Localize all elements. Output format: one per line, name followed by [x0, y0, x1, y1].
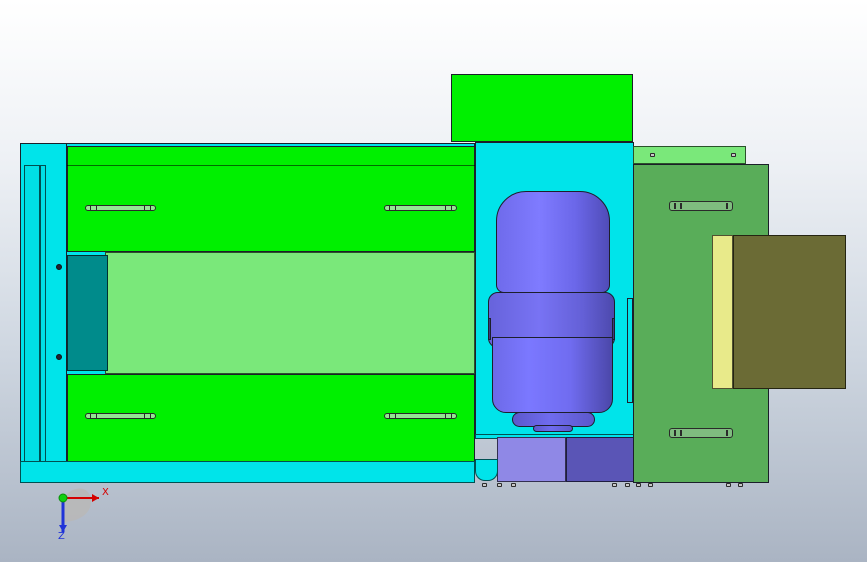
bottom-bolt-4-icon	[612, 483, 617, 487]
z-axis-label: Z	[58, 531, 65, 542]
x-axis-label: X	[102, 487, 109, 498]
motor-left-ridge	[488, 318, 491, 340]
center-bottom-bumper	[475, 459, 498, 481]
right-upper-slot	[669, 201, 733, 211]
bottom-bolt-8-icon	[726, 483, 731, 487]
top-strip-bolt-right-icon	[731, 153, 736, 157]
upper-right-slot	[384, 205, 457, 211]
bottom-bolt-6-icon	[636, 483, 641, 487]
left-end-rail-1	[24, 165, 40, 462]
left-bottom-bumper	[20, 461, 475, 483]
cad-viewport[interactable]: X Z	[0, 0, 867, 562]
motor-shaft-cap	[533, 425, 573, 432]
upper-left-slot	[85, 205, 156, 211]
right-olive-enclosure	[733, 235, 846, 389]
motor-right-ridge	[612, 318, 615, 340]
left-end-rail-2	[40, 165, 46, 462]
gearbox-right-block	[566, 437, 634, 482]
axis-triad: X Z	[46, 482, 116, 546]
motor-main-body	[492, 337, 613, 413]
upper-green-plate	[67, 146, 475, 252]
left-hole-top-icon	[56, 264, 62, 270]
bottom-bolt-5-icon	[625, 483, 630, 487]
lower-right-slot	[384, 413, 457, 419]
top-strip-bolt-left-icon	[650, 153, 655, 157]
gearbox-left-block	[497, 437, 566, 482]
bottom-bolt-2-icon	[497, 483, 502, 487]
right-yellow-face	[712, 235, 733, 389]
left-teal-block	[67, 255, 108, 371]
bottom-bolt-3-icon	[511, 483, 516, 487]
right-lower-slot	[669, 428, 733, 438]
lower-left-slot	[85, 413, 156, 419]
upper-plate-line	[67, 165, 475, 166]
bottom-bolt-1-icon	[482, 483, 487, 487]
bottom-bolt-9-icon	[738, 483, 743, 487]
motor-top-cap	[496, 191, 610, 293]
left-hole-bottom-icon	[56, 354, 62, 360]
center-conveyor-bed	[105, 252, 475, 374]
bottom-bolt-7-icon	[648, 483, 653, 487]
top-green-block	[451, 74, 633, 142]
